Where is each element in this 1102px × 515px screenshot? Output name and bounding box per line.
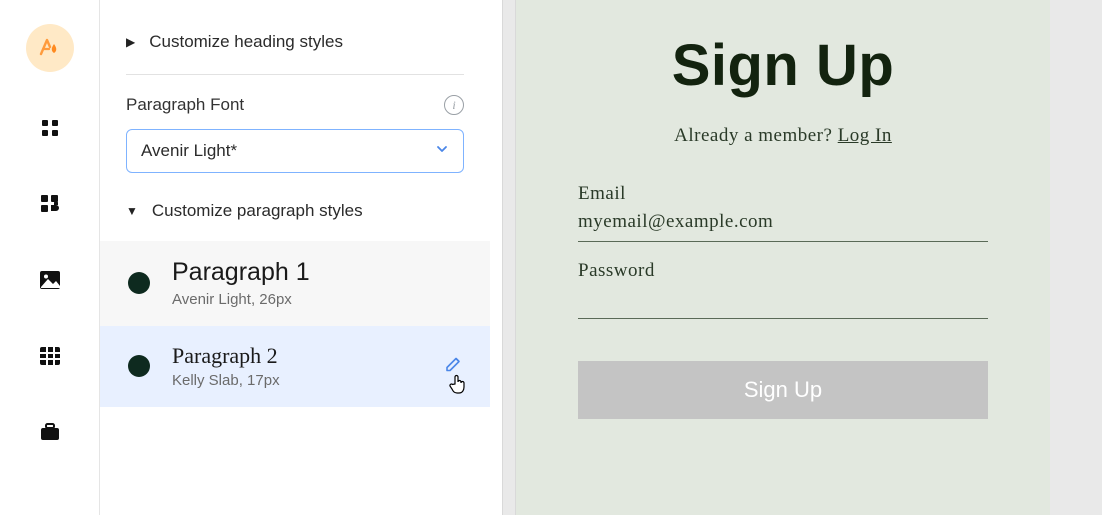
grid-icon[interactable]: [30, 108, 70, 148]
select-value: Avenir Light*: [141, 141, 237, 161]
accordion-label: Customize heading styles: [149, 32, 343, 52]
email-label: Email: [578, 183, 988, 205]
puzzle-icon[interactable]: [30, 184, 70, 224]
paragraph-style-item-2[interactable]: Paragraph 2 Kelly Slab, 17px: [100, 326, 490, 407]
email-field[interactable]: [578, 205, 988, 242]
typography-panel: ▶ Customize heading styles Paragraph Fon…: [100, 0, 490, 515]
paragraph-sub: Kelly Slab, 17px: [172, 372, 280, 389]
preview-area: Sign Up Already a member? Log In Email P…: [490, 0, 1102, 515]
paragraph-font-select[interactable]: Avenir Light*: [126, 129, 464, 173]
color-swatch: [128, 272, 150, 294]
paragraph-font-label-row: Paragraph Font i: [126, 75, 464, 115]
info-icon[interactable]: i: [444, 95, 464, 115]
paragraph-title: Paragraph 1: [172, 259, 310, 287]
left-rail: [0, 0, 100, 515]
accordion-paragraph-styles[interactable]: ▼ Customize paragraph styles: [126, 187, 464, 235]
signup-button[interactable]: Sign Up: [578, 361, 988, 419]
color-swatch: [128, 355, 150, 377]
paragraph-style-item-1[interactable]: Paragraph 1 Avenir Light, 26px: [100, 241, 490, 326]
page-title: Sign Up: [672, 32, 895, 99]
login-link[interactable]: Log In: [838, 125, 892, 146]
paragraph-font-label: Paragraph Font: [126, 95, 244, 115]
font-drop-icon: [38, 36, 62, 60]
paragraph-title: Paragraph 2: [172, 344, 280, 368]
cursor-pointer-icon: [448, 373, 468, 400]
accordion-label: Customize paragraph styles: [152, 201, 363, 221]
already-member-text: Already a member? Log In: [674, 125, 892, 147]
chevron-down-icon: ▼: [126, 204, 138, 218]
password-field[interactable]: [578, 282, 988, 319]
password-label: Password: [578, 260, 988, 282]
accordion-heading-styles[interactable]: ▶ Customize heading styles: [126, 26, 464, 75]
scrollbar[interactable]: [502, 0, 516, 515]
signup-preview: Sign Up Already a member? Log In Email P…: [516, 0, 1050, 515]
right-gutter: [1050, 0, 1102, 515]
paragraph-style-list: Paragraph 1 Avenir Light, 26px Paragraph…: [100, 241, 490, 407]
paragraph-sub: Avenir Light, 26px: [172, 291, 310, 308]
table-icon[interactable]: [30, 336, 70, 376]
briefcase-icon[interactable]: [30, 412, 70, 452]
image-icon[interactable]: [30, 260, 70, 300]
brand-badge[interactable]: [26, 24, 74, 72]
chevron-right-icon: ▶: [126, 35, 135, 49]
chevron-down-icon: [435, 141, 449, 161]
